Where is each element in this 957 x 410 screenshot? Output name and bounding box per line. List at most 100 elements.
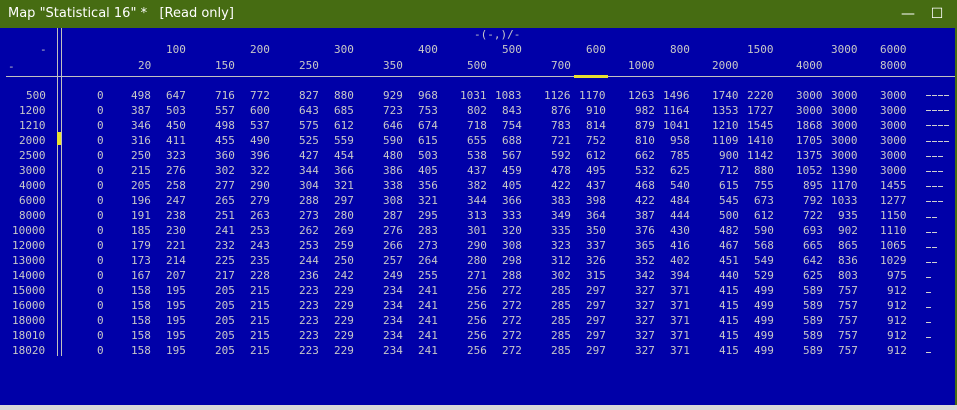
map-cell[interactable]: 1109	[712, 134, 739, 147]
map-cell[interactable]: 394	[670, 269, 690, 282]
map-cell[interactable]: 304	[299, 179, 319, 192]
map-cell[interactable]: 688	[502, 134, 522, 147]
map-cell[interactable]: 225	[215, 254, 235, 267]
map-cell[interactable]: 229	[334, 299, 354, 312]
map-cell[interactable]: 327	[635, 329, 655, 342]
map-cell[interactable]: 662	[635, 149, 655, 162]
map-cell[interactable]: 416	[670, 239, 690, 252]
map-cell[interactable]: 3000	[796, 104, 823, 117]
map-cell[interactable]: 371	[670, 314, 690, 327]
map-cell[interactable]: 285	[551, 299, 571, 312]
map-cell[interactable]: 386	[383, 164, 403, 177]
map-cell[interactable]: 327	[635, 284, 655, 297]
map-cell[interactable]: 298	[502, 254, 522, 267]
map-cell[interactable]: 2220	[747, 89, 774, 102]
map-cell[interactable]: 589	[803, 329, 823, 342]
map-cell[interactable]: 323	[551, 239, 571, 252]
map-cell[interactable]: 234	[383, 299, 403, 312]
map-cell[interactable]: 360	[215, 149, 235, 162]
map-cell[interactable]: 344	[467, 194, 487, 207]
map-cell[interactable]: 349	[551, 209, 571, 222]
map-cell[interactable]: 195	[166, 284, 186, 297]
map-cell[interactable]: 3000	[831, 104, 858, 117]
map-cell[interactable]: 327	[635, 314, 655, 327]
map-cell[interactable]: 205	[215, 329, 235, 342]
map-cell[interactable]: 235	[250, 254, 270, 267]
map-cell[interactable]: 382	[467, 179, 487, 192]
map-cell[interactable]: 612	[754, 209, 774, 222]
map-cell[interactable]: 229	[334, 284, 354, 297]
map-cell[interactable]: 344	[299, 164, 319, 177]
map-cell[interactable]: 215	[250, 299, 270, 312]
map-cell[interactable]: 215	[250, 284, 270, 297]
map-cell[interactable]: 321	[418, 194, 438, 207]
map-cell[interactable]: 234	[383, 344, 403, 357]
map-cell[interactable]: 247	[166, 194, 186, 207]
map-cell[interactable]: 215	[250, 344, 270, 357]
map-cell[interactable]: 712	[719, 164, 739, 177]
map-cell[interactable]: 537	[250, 119, 270, 132]
map-cell[interactable]: 499	[754, 284, 774, 297]
map-cell[interactable]: 843	[502, 104, 522, 117]
map-cell[interactable]: 459	[502, 164, 522, 177]
map-cell[interactable]: 440	[719, 269, 739, 282]
map-cell[interactable]: 589	[803, 284, 823, 297]
map-cell[interactable]: 371	[670, 344, 690, 357]
map-cell[interactable]: 498	[131, 89, 151, 102]
map-cell[interactable]: 718	[467, 119, 487, 132]
map-cell[interactable]: 1705	[796, 134, 823, 147]
map-cell[interactable]: 499	[754, 314, 774, 327]
map-cell[interactable]: 455	[215, 134, 235, 147]
map-cell[interactable]: 285	[551, 314, 571, 327]
map-cell[interactable]: 721	[551, 134, 571, 147]
map-cell[interactable]: 525	[299, 134, 319, 147]
map-cell[interactable]: 223	[299, 314, 319, 327]
map-cell[interactable]: 437	[467, 164, 487, 177]
map-cell[interactable]: 785	[670, 149, 690, 162]
map-cell[interactable]: 643	[299, 104, 319, 117]
map-cell[interactable]: 538	[467, 149, 487, 162]
map-cell[interactable]: 215	[250, 314, 270, 327]
map-cell[interactable]: 1390	[831, 164, 858, 177]
map-cell[interactable]: 625	[803, 269, 823, 282]
map-cell[interactable]: 655	[467, 134, 487, 147]
map-cell[interactable]: 589	[803, 344, 823, 357]
map-cell[interactable]: 910	[586, 104, 606, 117]
map-cell[interactable]: 900	[719, 149, 739, 162]
map-cell[interactable]: 0	[97, 194, 104, 207]
map-cell[interactable]: 295	[418, 209, 438, 222]
map-cell[interactable]: 912	[887, 314, 907, 327]
map-cell[interactable]: 1375	[796, 149, 823, 162]
map-cell[interactable]: 757	[838, 329, 858, 342]
map-cell[interactable]: 1263	[628, 89, 655, 102]
map-cell[interactable]: 366	[334, 164, 354, 177]
map-cell[interactable]: 256	[467, 344, 487, 357]
map-cell[interactable]: 529	[754, 269, 774, 282]
map-cell[interactable]: 302	[215, 164, 235, 177]
map-cell[interactable]: 253	[299, 239, 319, 252]
map-cell[interactable]: 207	[166, 269, 186, 282]
map-cell[interactable]: 326	[586, 254, 606, 267]
map-cell[interactable]: 0	[97, 269, 104, 282]
map-cell[interactable]: 3000	[880, 149, 907, 162]
map-cell[interactable]: 265	[215, 194, 235, 207]
map-cell[interactable]: 468	[635, 179, 655, 192]
map-cell[interactable]: 1033	[831, 194, 858, 207]
map-cell[interactable]: 229	[334, 314, 354, 327]
map-cell[interactable]: 693	[803, 224, 823, 237]
map-cell[interactable]: 241	[418, 329, 438, 342]
map-cell[interactable]: 402	[670, 254, 690, 267]
map-cell[interactable]: 256	[467, 284, 487, 297]
map-cell[interactable]: 242	[334, 269, 354, 282]
map-cell[interactable]: 371	[670, 284, 690, 297]
map-cell[interactable]: 259	[334, 239, 354, 252]
map-cell[interactable]: 297	[586, 344, 606, 357]
map-cell[interactable]: 975	[887, 269, 907, 282]
map-cell[interactable]: 196	[131, 194, 151, 207]
map-cell[interactable]: 158	[131, 329, 151, 342]
map-cell[interactable]: 568	[754, 239, 774, 252]
map-cell[interactable]: 215	[250, 329, 270, 342]
map-cell[interactable]: 158	[131, 314, 151, 327]
map-cell[interactable]: 559	[334, 134, 354, 147]
map-cell[interactable]: 234	[383, 284, 403, 297]
